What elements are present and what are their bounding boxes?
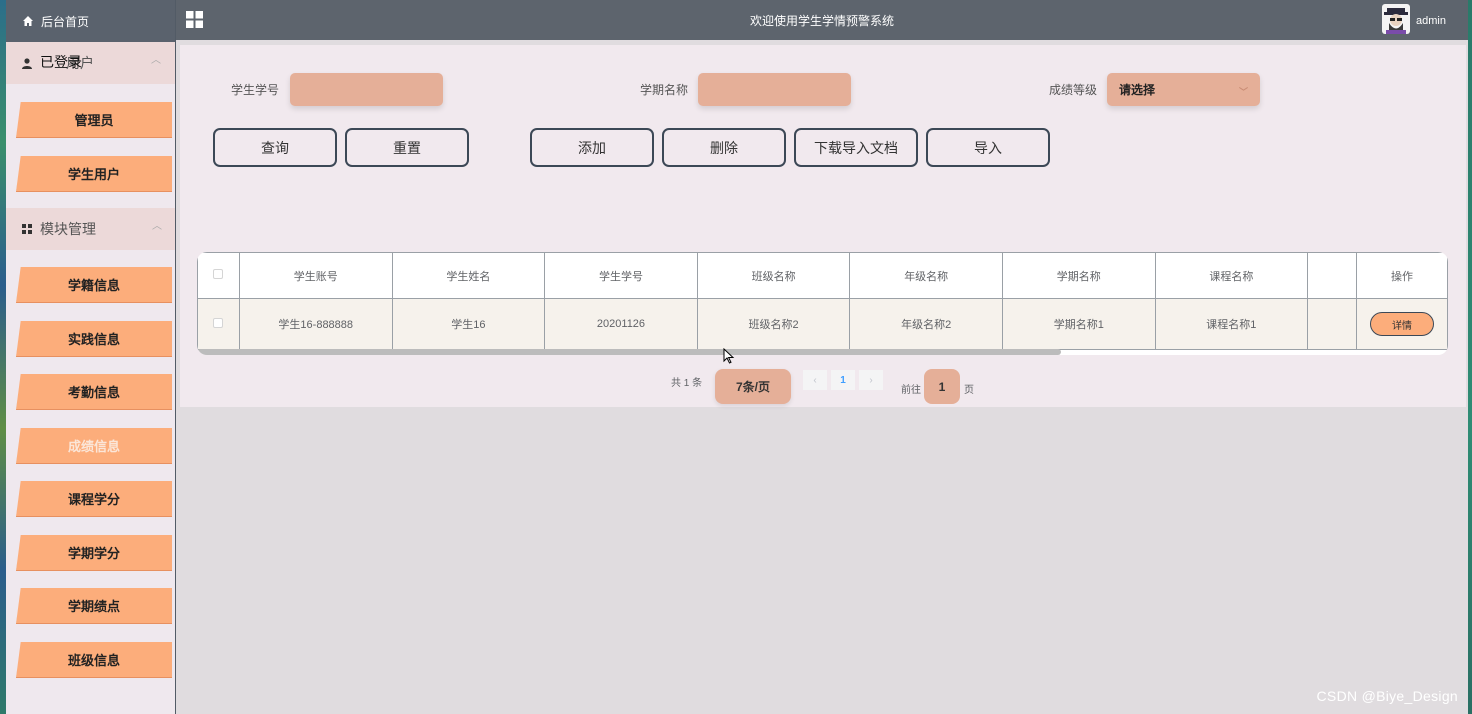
cell-course-name: 课程名称1	[1154, 298, 1309, 350]
sidebar-group-modules[interactable]: 模块管理 ︿	[6, 208, 175, 250]
page-size-select[interactable]: 7条/页	[715, 369, 791, 404]
column-header	[1307, 252, 1357, 299]
prev-page-button[interactable]: ‹	[803, 370, 827, 390]
student-no-label: 学生学号	[231, 83, 280, 97]
column-header[interactable]: 学生学号	[544, 252, 698, 299]
cell-grade-name: 年级名称2	[849, 298, 1003, 350]
mouse-cursor-icon	[723, 348, 735, 364]
page-unit-label: 页	[964, 385, 974, 396]
sidebar-item-classes[interactable]: 班级信息	[16, 642, 172, 678]
sidebar-item-attendance[interactable]: 考勤信息	[16, 374, 172, 410]
total-count: 共 1 条	[671, 378, 703, 389]
user-avatar-icon	[1384, 8, 1408, 34]
sidebar-item-course-credits[interactable]: 课程学分	[16, 481, 172, 517]
chevron-up-icon: ︿	[152, 221, 162, 232]
home-icon	[23, 16, 33, 26]
main-panel: 学生学号 学期名称 成绩等级 请选择 ﹀ 查询 重置 添加 删除 下载导入文档 …	[180, 45, 1466, 407]
column-header[interactable]: 学生姓名	[391, 252, 546, 299]
page-number[interactable]: 1	[831, 370, 855, 390]
chevron-down-icon: ﹀	[1238, 87, 1248, 97]
sidebar-item-student-records[interactable]: 学籍信息	[16, 267, 172, 303]
sidebar-item-grades[interactable]: 成绩信息	[16, 428, 172, 464]
student-no-input[interactable]	[290, 73, 443, 106]
cell-student-name: 学生16	[391, 298, 546, 350]
row-checkbox[interactable]	[213, 317, 224, 328]
import-button[interactable]: 导入	[926, 128, 1050, 167]
sidebar-item-admin[interactable]: 管理员	[16, 102, 172, 138]
sidebar-group-users[interactable]: 用户 已登录 ︿	[6, 42, 175, 84]
group-label-modules: 模块管理	[40, 221, 96, 237]
system-title: 欢迎使用学生学情预警系统	[749, 14, 894, 28]
delete-button[interactable]: 删除	[662, 128, 786, 167]
sidebar-item-practice[interactable]: 实践信息	[16, 321, 172, 357]
table-row: 学生16-888888 学生16 20201126 班级名称2 年级名称2 学期…	[197, 298, 1448, 350]
add-button[interactable]: 添加	[530, 128, 654, 167]
goto-page-input[interactable]: 1	[924, 369, 960, 404]
column-header[interactable]: 学生账号	[238, 252, 393, 299]
cell-student-no: 20201126	[544, 298, 698, 350]
cell-extra	[1307, 298, 1357, 350]
download-template-button[interactable]: 下载导入文档	[794, 128, 918, 167]
cell-class-name: 班级名称2	[696, 298, 851, 350]
next-page-button[interactable]: ›	[859, 370, 883, 390]
avatar[interactable]	[1382, 4, 1410, 34]
column-header[interactable]: 班级名称	[696, 252, 851, 299]
horizontal-scrollbar[interactable]	[197, 349, 1061, 355]
table-header-row: 学生账号 学生姓名 学生学号 班级名称 年级名称 学期名称 课程名称 操作	[197, 252, 1448, 299]
column-header-actions: 操作	[1356, 252, 1448, 299]
term-label: 学期名称	[640, 83, 689, 97]
chevron-right-icon: ›	[869, 374, 873, 386]
column-header[interactable]: 课程名称	[1154, 252, 1309, 299]
home-label: 后台首页	[41, 14, 90, 29]
term-input[interactable]	[698, 73, 851, 106]
grade-level-select[interactable]: 请选择 ﹀	[1107, 73, 1260, 106]
chevron-up-icon: ︿	[151, 55, 161, 66]
goto-label: 前往	[901, 385, 921, 396]
query-button[interactable]: 查询	[213, 128, 337, 167]
username[interactable]: admin	[1416, 15, 1446, 27]
sidebar: 后台首页 用户 已登录 ︿ 管理员 学生用户 模块管理 ︿ 学籍信息 实践信息 …	[6, 0, 176, 714]
desktop-edge-right	[1468, 0, 1472, 714]
cell-term-name: 学期名称1	[1001, 298, 1156, 350]
top-bar: 欢迎使用学生学情预警系统 admin	[176, 0, 1468, 40]
select-all-checkbox[interactable]	[213, 269, 224, 279]
chevron-left-icon: ‹	[813, 374, 817, 386]
grade-level-select-value: 请选择	[1119, 83, 1156, 97]
sidebar-item-term-credits[interactable]: 学期学分	[16, 535, 172, 571]
login-overlay-text: 已登录	[40, 54, 82, 70]
user-icon	[22, 58, 32, 69]
grid-icon	[22, 224, 32, 234]
select-all-cell	[197, 252, 240, 299]
sidebar-home-link[interactable]: 后台首页	[6, 0, 175, 42]
column-header[interactable]: 学期名称	[1001, 252, 1156, 299]
row-select-cell	[197, 298, 240, 350]
reset-button[interactable]: 重置	[345, 128, 469, 167]
watermark: CSDN @Biye_Design	[1316, 688, 1458, 704]
cell-actions: 详情	[1356, 298, 1448, 350]
data-table: 学生账号 学生姓名 学生学号 班级名称 年级名称 学期名称 课程名称 操作 学生…	[197, 252, 1448, 355]
detail-button[interactable]: 详情	[1370, 312, 1434, 336]
column-header[interactable]: 年级名称	[849, 252, 1003, 299]
cell-student-account: 学生16-888888	[238, 298, 393, 350]
sidebar-item-term-gpa[interactable]: 学期绩点	[16, 588, 172, 624]
grade-level-label: 成绩等级	[1049, 83, 1098, 97]
sidebar-item-student-user[interactable]: 学生用户	[16, 156, 172, 192]
